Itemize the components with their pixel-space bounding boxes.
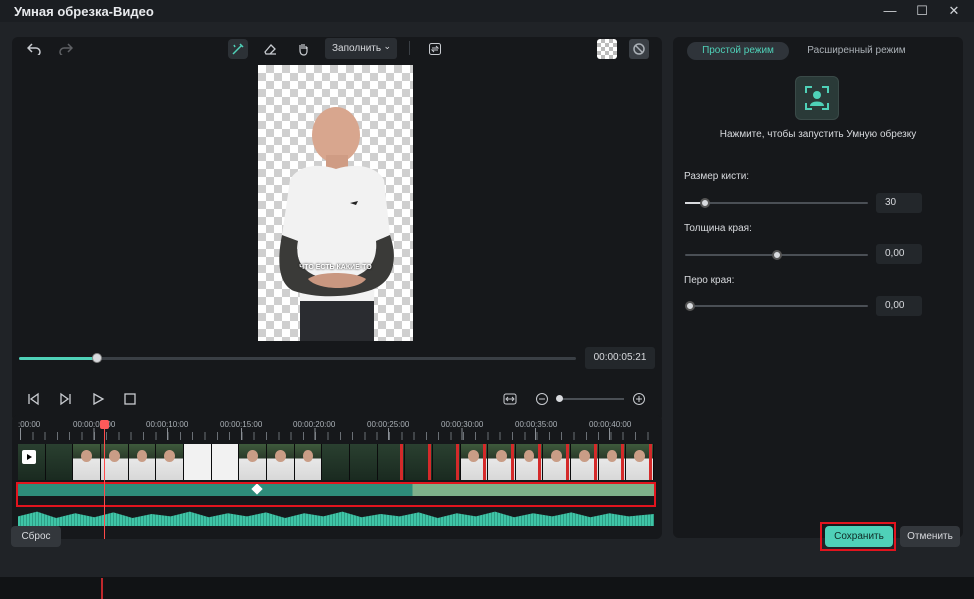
redo-icon[interactable]: [56, 39, 76, 59]
maximize-icon[interactable]: ☐: [912, 2, 932, 20]
edge-feather-value[interactable]: 0,00: [876, 296, 922, 316]
video-thumbnail: [239, 444, 267, 480]
cancel-button[interactable]: Отменить: [900, 526, 960, 547]
background-app-strip: [0, 577, 974, 599]
playhead-handle[interactable]: [100, 420, 109, 429]
brush-size-handle[interactable]: [700, 198, 710, 208]
playhead[interactable]: [104, 422, 105, 539]
reset-button[interactable]: Сброс: [11, 526, 61, 547]
progress-handle[interactable]: [91, 353, 102, 363]
fill-mode-label: Заполнить: [332, 43, 382, 54]
edge-thickness-value[interactable]: 0,00: [876, 244, 922, 264]
chevron-down-icon: ⌄: [383, 41, 391, 51]
edge-thickness-label: Толщина края:: [684, 223, 752, 234]
preview-toolbar: Заполнить ⌄: [12, 37, 662, 62]
audio-waveform: [18, 511, 654, 526]
next-frame-icon[interactable]: [57, 390, 75, 408]
edge-feather-label: Перо края:: [684, 275, 735, 286]
smart-cutout-button[interactable]: [795, 76, 839, 120]
video-thumbnail: [100, 444, 129, 480]
brush-icon[interactable]: [228, 39, 248, 59]
settings-panel: Простой режим Расширенный режим Нажмите,…: [673, 37, 963, 538]
mask-track-highlight: [16, 482, 656, 507]
video-caption: ЧТО ЕСТЬ КАКИЕ-ТО: [299, 264, 372, 271]
smart-cutout-dialog: Заполнить ⌄ ЧТО ЕСТЬ КАКИЕ-ТО 00:00:05:2…: [0, 22, 974, 577]
zoom-out-icon[interactable]: [533, 390, 551, 408]
brush-size-slider[interactable]: [685, 198, 868, 208]
edge-feather-slider[interactable]: [685, 301, 868, 311]
minimize-icon[interactable]: —: [880, 2, 900, 20]
video-thumbnail: [543, 444, 572, 480]
disabled-icon[interactable]: [629, 39, 649, 59]
video-thumbnail: [156, 444, 184, 480]
previous-frame-icon[interactable]: [24, 390, 42, 408]
divider: [409, 41, 410, 55]
zoom-in-icon[interactable]: [630, 390, 648, 408]
smart-cutout-hint: Нажмите, чтобы запустить Умную обрезку: [719, 129, 917, 140]
swap-icon[interactable]: [425, 39, 445, 59]
zoom-slider[interactable]: [558, 398, 624, 400]
video-thumbnail: [45, 444, 74, 480]
video-thumbnail: [460, 444, 489, 480]
playback-progress[interactable]: [19, 353, 576, 363]
video-track[interactable]: [18, 444, 655, 480]
close-icon[interactable]: ✕: [944, 2, 964, 20]
progress-fill: [19, 357, 97, 360]
play-icon[interactable]: [89, 390, 107, 408]
video-thumbnail: [377, 444, 406, 480]
person-cutout: [279, 107, 394, 341]
title-bar: Умная обрезка-Видео — ☐ ✕: [0, 0, 974, 22]
eraser-icon[interactable]: [260, 39, 280, 59]
video-preview[interactable]: ЧТО ЕСТЬ КАКИЕ-ТО: [258, 65, 413, 341]
edge-feather-handle[interactable]: [685, 301, 695, 311]
video-thumbnail: [405, 444, 433, 480]
video-thumbnail: [515, 444, 544, 480]
person-select-icon: [805, 86, 829, 110]
video-thumbnail: [18, 444, 46, 480]
tab-simple-mode[interactable]: Простой режим: [687, 42, 789, 60]
play-icon: [22, 450, 36, 464]
preview-panel: Заполнить ⌄ ЧТО ЕСТЬ КАКИЕ-ТО 00:00:05:2…: [12, 37, 662, 422]
hand-icon[interactable]: [293, 39, 313, 59]
fill-mode-select[interactable]: Заполнить ⌄: [325, 38, 397, 59]
window-title: Умная обрезка-Видео: [14, 4, 154, 19]
video-thumbnail: [626, 444, 655, 480]
fit-width-icon[interactable]: [501, 390, 519, 408]
video-thumbnail: [183, 444, 212, 480]
video-thumbnail: [322, 444, 350, 480]
stop-icon[interactable]: [121, 390, 139, 408]
checkerboard-icon[interactable]: [597, 39, 617, 59]
brush-size-value[interactable]: 30: [876, 193, 922, 213]
video-thumbnail: [432, 444, 461, 480]
save-button-highlight: [820, 522, 896, 551]
edge-thickness-slider[interactable]: [685, 250, 868, 260]
video-thumbnail: [598, 444, 627, 480]
video-thumbnail: [571, 444, 599, 480]
video-thumbnail: [349, 444, 378, 480]
background-playhead: [101, 578, 103, 599]
edge-thickness-handle[interactable]: [772, 250, 782, 260]
brush-size-label: Размер кисти:: [684, 171, 750, 182]
video-thumbnail: [211, 444, 240, 480]
ruler-major-ticks: [20, 428, 655, 440]
video-thumbnail: [266, 444, 295, 480]
video-thumbnail: [294, 444, 323, 480]
zoom-handle[interactable]: [556, 395, 563, 402]
video-thumbnail: [128, 444, 157, 480]
tab-advanced-mode[interactable]: Расширенный режим: [799, 42, 914, 60]
video-thumbnail: [73, 444, 101, 480]
current-timecode: 00:00:05:21: [585, 347, 655, 369]
timeline[interactable]: :00:00 00:00:05:00 00:00:10:00 00:00:15:…: [12, 415, 662, 539]
video-thumbnail: [488, 444, 516, 480]
undo-icon[interactable]: [24, 39, 44, 59]
